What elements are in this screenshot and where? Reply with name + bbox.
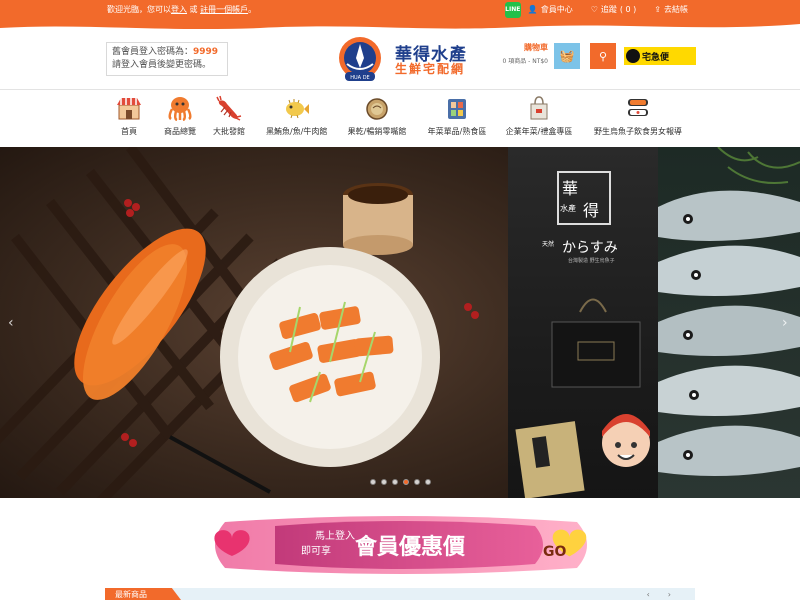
login-link[interactable]: 登入 — [171, 5, 187, 14]
top-links: LINE 👤 會員中心 ♡ 追蹤 ( 0 ) ⇪ 去結帳 — [504, 0, 688, 20]
tray-icon — [448, 99, 466, 119]
line-icon[interactable]: LINE — [504, 2, 521, 18]
gift-bag-icon — [530, 96, 548, 120]
shop-icon — [117, 98, 141, 120]
promo-headline: 會員優惠價 — [355, 534, 466, 560]
banner-dot-active[interactable] — [402, 479, 409, 485]
nav-label: 年菜單品/熟食區 — [427, 127, 487, 136]
tracking-label: 追蹤 — [600, 5, 617, 14]
password-note-line1: 舊會員登入密碼為： — [112, 47, 194, 57]
banner-prev-arrow[interactable]: ‹ — [8, 315, 14, 331]
password-notice: 舊會員登入密碼為：9999 請登入會員後變更密碼。 — [106, 42, 228, 76]
basket-icon: 🧺 — [559, 49, 575, 63]
banner-panel-fish — [658, 147, 800, 498]
nav-item-all-products[interactable]: 商品總覽 — [160, 95, 200, 137]
nav-label: 首頁 — [121, 127, 137, 136]
member-promo-banner[interactable]: 馬上登入 即可享 會員優惠價 GO — [205, 512, 597, 578]
octopus-icon — [168, 97, 192, 121]
delivery-logo: 宅急便 — [624, 47, 696, 65]
prev-arrow-icon[interactable]: ‹ — [647, 590, 668, 599]
nav-item-wholesale[interactable]: 大批發館 — [212, 95, 246, 137]
logo-en-text: HUA DE — [350, 75, 369, 81]
brand-char-hua: 華 — [562, 179, 579, 198]
new-products-section-header: 最新商品 ‹› — [105, 588, 695, 600]
top-wave-decoration — [0, 20, 800, 30]
heart-icon: ♡ — [590, 5, 598, 14]
welcome-suffix: 。 — [248, 5, 257, 14]
slogan-karasumi: からすみ — [562, 240, 618, 256]
nav-item-tuna[interactable]: 黑鮪魚/魚/牛肉館 — [266, 95, 328, 137]
banner-dot[interactable] — [391, 479, 398, 485]
nav-label: 果乾/暢銷零嘴館 — [347, 127, 407, 136]
banner-dot[interactable] — [369, 479, 376, 485]
hero-banner[interactable]: 華 水產 得 天然 からすみ 台灣製造 野生烏魚子 ‹ › — [0, 147, 800, 498]
tracking-count: ( 0 ) — [619, 5, 637, 14]
banner-panel-roe — [0, 147, 508, 498]
or-text: 或 — [187, 5, 201, 14]
nav-item-home[interactable]: 首頁 — [115, 95, 143, 137]
site-header: 舊會員登入密碼為：9999 請登入會員後變更密碼。 HUA DE 華得水產 生鮮… — [0, 32, 800, 90]
sushi-icon — [628, 99, 648, 116]
brand-char-water: 水產 — [560, 204, 576, 213]
register-link[interactable]: 註冊一個帳戶 — [200, 5, 248, 14]
welcome-text: 歡迎光臨，您可以 — [107, 5, 171, 14]
brand-char-de: 得 — [583, 201, 600, 220]
member-center-label: 會員中心 — [540, 5, 573, 14]
black-cat-icon — [626, 49, 640, 63]
banner-dot[interactable] — [380, 479, 387, 485]
pan-icon — [366, 98, 388, 120]
lobster-icon — [216, 95, 242, 121]
promo-line2: 即可享 — [301, 544, 331, 557]
user-icon: 👤 — [527, 5, 538, 14]
cart-total: 0 項商品 - NT$0 — [502, 58, 549, 65]
banner-pagination — [0, 479, 800, 485]
logo-tagline: 生鮮宅配網 — [395, 62, 466, 76]
password-note-line2: 請登入會員後變更密碼。 — [112, 60, 212, 70]
banner-dot[interactable] — [413, 479, 420, 485]
line-label: LINE — [505, 6, 521, 13]
nav-label: 商品總覽 — [164, 127, 196, 136]
nav-label: 黑鮪魚/魚/牛肉館 — [266, 127, 328, 136]
checkout-link[interactable]: ⇪ 去結帳 — [654, 0, 688, 20]
nav-label: 企業年菜/禮盒專區 — [505, 127, 573, 136]
delivery-logo-text: 宅急便 — [642, 52, 670, 63]
search-icon: ⚲ — [598, 49, 608, 63]
checkout-label: 去結帳 — [664, 5, 688, 14]
nav-item-gift-boxes[interactable]: 企業年菜/禮盒專區 — [505, 95, 573, 137]
promo-go: GO — [543, 544, 566, 560]
mullet-roe-photo — [0, 147, 479, 498]
nav-item-snacks[interactable]: 果乾/暢銷零嘴館 — [346, 95, 408, 137]
main-nav: 首頁 商品總覽 大批發館 黑鮪魚/魚/牛肉館 果乾/暢銷零嘴館 年菜單品/熟食區… — [0, 91, 800, 146]
search-button[interactable]: ⚲ — [590, 43, 616, 69]
share-icon: ⇪ — [654, 5, 661, 14]
next-arrow-icon[interactable]: › — [668, 590, 689, 599]
logo-badge-icon: HUA DE — [339, 37, 381, 81]
welcome-message: 歡迎光臨，您可以登入 或 註冊一個帳戶。 — [107, 0, 256, 20]
nav-item-new-year-dishes[interactable]: 年菜單品/熟食區 — [426, 95, 488, 137]
password-code: 9999 — [193, 47, 219, 57]
section-pager: ‹› — [647, 590, 689, 599]
banner-dot[interactable] — [424, 479, 431, 485]
promo-line1: 馬上登入 — [315, 529, 355, 542]
slogan-prefix: 天然 — [542, 241, 555, 248]
tracking-link[interactable]: ♡ 追蹤 ( 0 ) — [591, 0, 637, 20]
slogan-subtitle: 台灣製造 野生烏魚子 — [568, 258, 615, 264]
site-logo[interactable]: HUA DE 華得水產 生鮮宅配網 — [333, 34, 475, 84]
cart-label: 購物車 — [524, 43, 548, 52]
mullet-fish-photo — [658, 147, 800, 476]
nav-label: 大批發館 — [213, 127, 245, 136]
top-bar: 歡迎光臨，您可以登入 或 註冊一個帳戶。 LINE 👤 會員中心 ♡ 追蹤 ( … — [0, 0, 800, 20]
section-title: 最新商品 — [105, 588, 181, 600]
nav-label: 野生烏魚子飲食男女報導 — [594, 127, 682, 136]
pufferfish-icon — [286, 99, 309, 119]
cart-button[interactable]: 🧺 — [554, 43, 580, 69]
cart-summary[interactable]: 購物車 0 項商品 - NT$0 — [500, 42, 549, 65]
member-center-link[interactable]: 👤 會員中心 — [528, 0, 573, 20]
nav-item-mullet-roe-report[interactable]: 野生烏魚子飲食男女報導 — [592, 95, 684, 137]
banner-panel-brand: 華 水產 得 天然 からすみ 台灣製造 野生烏魚子 — [508, 147, 658, 498]
banner-next-arrow[interactable]: › — [782, 315, 788, 331]
